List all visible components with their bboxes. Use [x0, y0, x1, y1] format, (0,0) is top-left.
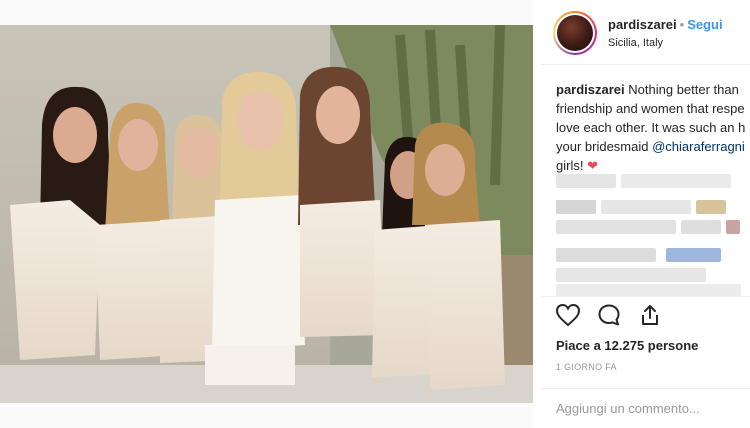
header-username-row: pardiszarei • Segui — [608, 17, 723, 32]
header-username[interactable]: pardiszarei — [608, 17, 677, 32]
likes-count[interactable]: Piace a 12.275 persone — [556, 338, 698, 353]
post-timestamp[interactable]: 1 GIORNO FA — [556, 362, 617, 372]
comment-input[interactable] — [556, 401, 746, 416]
caption-line-3: love each other. It was such an h — [556, 120, 746, 135]
comment-box — [541, 388, 750, 428]
avatar-image — [557, 15, 593, 51]
header-separator: • — [679, 17, 685, 32]
blurred-comments — [556, 172, 750, 297]
location-link[interactable]: Sicilia, Italy — [608, 37, 663, 49]
heart-emoji-icon: ❤ — [587, 158, 598, 173]
bridesmaids-photo — [0, 25, 533, 403]
post-side-panel: pardiszarei • Segui Sicilia, Italy pardisz… — [541, 0, 750, 428]
comment-icon[interactable] — [597, 303, 621, 332]
share-icon[interactable] — [638, 303, 662, 332]
post-actions — [555, 303, 674, 331]
caption-username[interactable]: pardiszarei — [556, 82, 625, 97]
follow-button[interactable]: Segui — [687, 17, 722, 32]
post-caption: pardiszarei Nothing better than friendsh… — [556, 80, 750, 175]
avatar[interactable] — [553, 11, 597, 55]
post-header: pardiszarei • Segui Sicilia, Italy — [541, 0, 750, 65]
mention-link[interactable]: @chiaraferragni — [652, 139, 745, 154]
caption-line-4: your bridesmaid @chiaraferragni — [556, 139, 745, 154]
caption-line-1: pardiszarei Nothing better than — [556, 82, 739, 97]
post-media-area — [0, 0, 533, 428]
actions-divider — [541, 296, 750, 297]
caption-line-2: friendship and women that respe — [556, 101, 745, 116]
like-icon[interactable] — [555, 303, 581, 332]
post-photo[interactable] — [0, 25, 533, 403]
